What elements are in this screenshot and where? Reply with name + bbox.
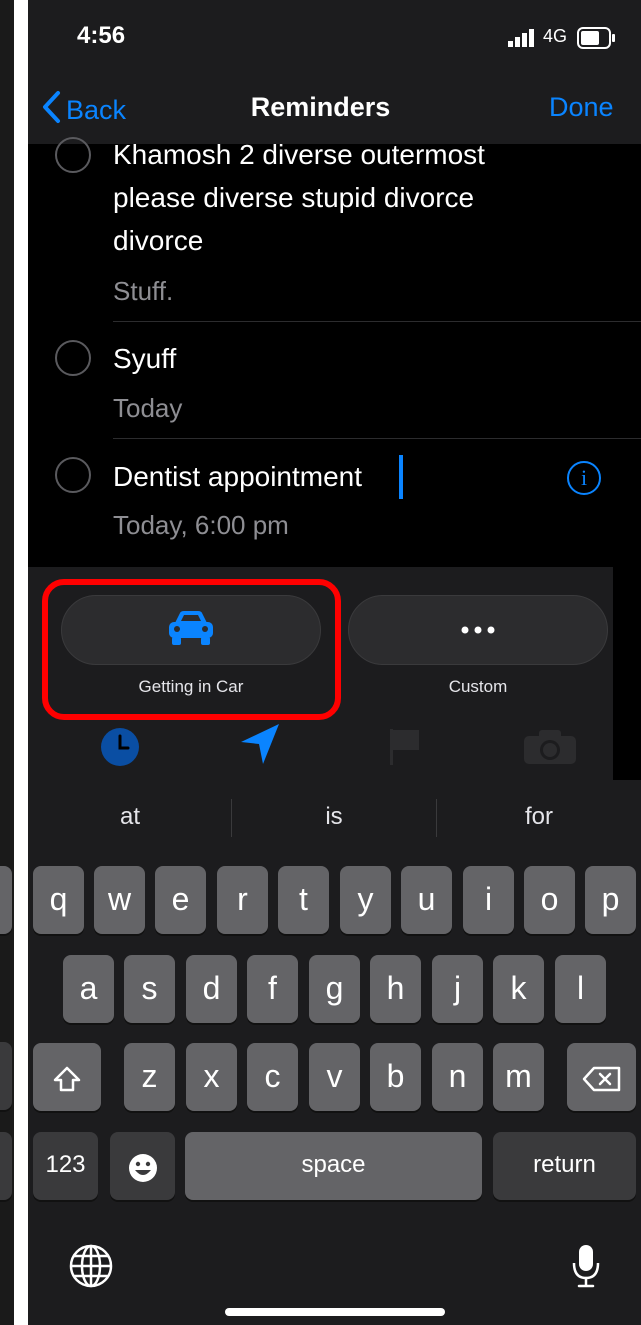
key-o[interactable]: o: [524, 866, 575, 934]
offscreen-key: [0, 866, 12, 934]
reminder-note: Today, 6:00 pm: [113, 510, 289, 540]
prediction-divider: [231, 799, 232, 837]
key-y[interactable]: y: [340, 866, 391, 934]
reminder-title-line: Khamosh 2 diverse outermost: [113, 139, 485, 170]
reminder-title[interactable]: Dentist appointment: [113, 455, 362, 498]
key-g[interactable]: g: [309, 955, 360, 1023]
prediction-item[interactable]: for: [489, 803, 589, 831]
key-w[interactable]: w: [94, 866, 145, 934]
key-x[interactable]: x: [186, 1043, 237, 1111]
key-p[interactable]: p: [585, 866, 636, 934]
reminder-note: Stuff.: [113, 276, 174, 306]
reminder-checkbox[interactable]: [55, 340, 91, 376]
globe-icon[interactable]: [69, 1244, 113, 1293]
shift-key[interactable]: [33, 1043, 101, 1111]
left-divider: [14, 0, 28, 1325]
emoji-key[interactable]: [110, 1132, 175, 1200]
reminder-checkbox[interactable]: [55, 137, 91, 173]
key-q[interactable]: q: [33, 866, 84, 934]
delete-key[interactable]: [567, 1043, 636, 1111]
emoji-icon: [127, 1147, 159, 1183]
clock-icon[interactable]: [100, 727, 140, 772]
delete-icon: [582, 1058, 622, 1094]
key-k[interactable]: k: [493, 955, 544, 1023]
key-a[interactable]: a: [63, 955, 114, 1023]
offscreen-key: [0, 1132, 12, 1200]
reminder-title[interactable]: Syuff: [113, 337, 176, 380]
key-v[interactable]: v: [309, 1043, 360, 1111]
shift-icon: [52, 1058, 82, 1094]
camera-icon[interactable]: [522, 728, 578, 771]
network-label: 4G: [543, 26, 568, 46]
numbers-key[interactable]: 123: [33, 1132, 98, 1200]
key-t[interactable]: t: [278, 866, 329, 934]
suggestion-label: Custom: [448, 677, 508, 696]
flag-icon[interactable]: [388, 727, 422, 772]
custom-button[interactable]: [348, 595, 608, 665]
reminder-checkbox[interactable]: [55, 457, 91, 493]
info-icon[interactable]: i: [567, 461, 601, 495]
key-h[interactable]: h: [370, 955, 421, 1023]
divider: [113, 321, 641, 322]
signal-icon: [508, 28, 538, 53]
microphone-icon[interactable]: [571, 1243, 601, 1294]
key-d[interactable]: d: [186, 955, 237, 1023]
key-r[interactable]: r: [217, 866, 268, 934]
key-n[interactable]: n: [432, 1043, 483, 1111]
status-time: 4:56: [77, 22, 126, 49]
prediction-divider: [436, 799, 437, 837]
reminder-title[interactable]: Khamosh 2 diverse outermost please diver…: [113, 133, 485, 262]
page-title: Reminders: [250, 92, 391, 122]
key-b[interactable]: b: [370, 1043, 421, 1111]
reminder-title-line: please diverse stupid divorce: [113, 182, 475, 213]
reminder-title-line: divorce: [113, 225, 204, 256]
prediction-item[interactable]: at: [80, 803, 180, 831]
highlight-box: [42, 579, 341, 720]
left-edge: [0, 0, 14, 1325]
key-j[interactable]: j: [432, 955, 483, 1023]
key-m[interactable]: m: [493, 1043, 544, 1111]
key-f[interactable]: f: [247, 955, 298, 1023]
key-u[interactable]: u: [401, 866, 452, 934]
offscreen-key: [0, 1042, 12, 1110]
done-button[interactable]: Done: [549, 92, 614, 123]
reminder-note: Today: [113, 393, 183, 423]
home-indicator[interactable]: [225, 1308, 445, 1316]
return-key[interactable]: return: [493, 1132, 636, 1200]
key-z[interactable]: z: [124, 1043, 175, 1111]
key-s[interactable]: s: [124, 955, 175, 1023]
ellipsis-icon: [461, 621, 495, 639]
key-e[interactable]: e: [155, 866, 206, 934]
key-l[interactable]: l: [555, 955, 606, 1023]
text-cursor: [399, 455, 403, 499]
space-key[interactable]: space: [185, 1132, 482, 1200]
battery-icon: [577, 26, 617, 55]
location-arrow-icon[interactable]: [239, 722, 281, 771]
divider: [113, 438, 641, 439]
key-i[interactable]: i: [463, 866, 514, 934]
key-c[interactable]: c: [247, 1043, 298, 1111]
prediction-item[interactable]: is: [284, 803, 384, 831]
